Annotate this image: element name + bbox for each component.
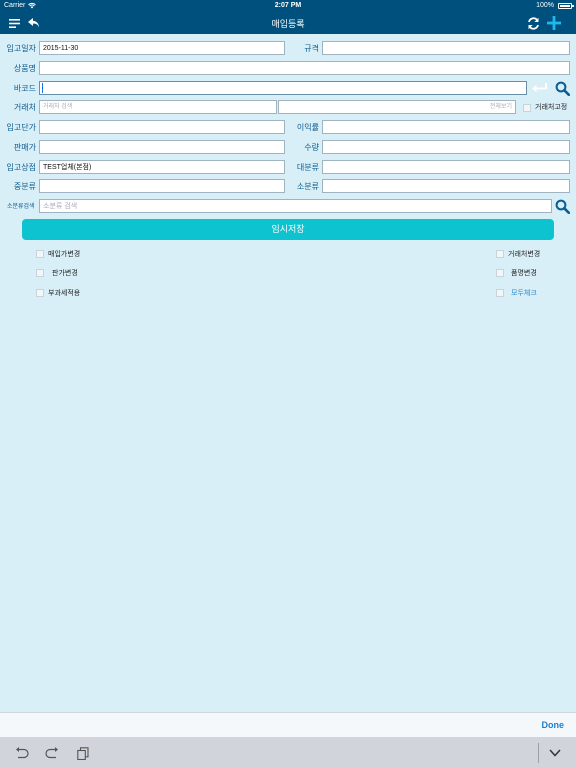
purchase-price-change-checkbox[interactable] — [36, 250, 44, 258]
purchase-price-change-label: 매입가변경 — [48, 251, 81, 258]
redo-icon[interactable] — [45, 746, 59, 760]
keyboard-shortcut-bar — [0, 737, 576, 768]
keyboard-done-bar: Done — [0, 712, 576, 737]
done-button[interactable]: Done — [542, 720, 565, 730]
temp-save-button[interactable]: 임시저장 — [22, 219, 554, 240]
status-bar: Carrier 2:07 PM 100% — [0, 0, 576, 12]
major-category-label: 대분류 — [296, 163, 319, 172]
barcode-field[interactable] — [39, 81, 527, 95]
barcode-label: 바코드 — [13, 84, 36, 93]
sale-price-field[interactable] — [39, 140, 285, 154]
chevron-down-icon[interactable] — [548, 746, 562, 760]
battery-percent: 100% — [536, 2, 554, 9]
supplier-change-label: 거래처변경 — [508, 251, 541, 258]
supplier-change-checkbox[interactable] — [496, 250, 504, 258]
product-name-label: 상품명 — [13, 64, 36, 73]
store-label: 입고상점 — [6, 163, 36, 172]
margin-field[interactable] — [322, 120, 570, 134]
store-field[interactable] — [39, 160, 285, 174]
sale-price-change-checkbox[interactable] — [36, 269, 44, 277]
unit-cost-label: 입고단가 — [6, 123, 36, 132]
minor-search-label: 소분류검색 — [7, 204, 35, 210]
sale-price-change-label: 판가변경 — [52, 270, 78, 277]
paste-icon[interactable] — [76, 746, 90, 760]
check-all-checkbox[interactable] — [496, 289, 504, 297]
spec-field[interactable] — [322, 41, 570, 55]
vat-apply-checkbox[interactable] — [36, 289, 44, 297]
refresh-icon[interactable] — [526, 15, 540, 31]
minor-category-field[interactable] — [322, 179, 570, 193]
keyboard-separator — [538, 743, 539, 763]
supplier-label: 거래처 — [13, 103, 36, 112]
page-title: 매입등록 — [271, 19, 305, 29]
minor-search-field[interactable] — [39, 199, 552, 213]
vat-apply-label: 부과세적용 — [48, 290, 81, 297]
undo-icon[interactable] — [15, 746, 29, 760]
product-name-change-label: 품명변경 — [511, 270, 537, 277]
product-name-change-checkbox[interactable] — [496, 269, 504, 277]
enter-icon[interactable] — [532, 82, 548, 94]
supplier-fix-label: 거래처고정 — [535, 104, 568, 111]
supplier-view-all-field[interactable] — [278, 100, 516, 114]
quantity-field[interactable] — [322, 140, 570, 154]
spec-label: 규격 — [304, 44, 319, 53]
quantity-label: 수량 — [304, 143, 319, 152]
nav-bar: 매입등록 — [0, 12, 576, 34]
text-cursor — [42, 83, 43, 93]
barcode-search-icon[interactable] — [554, 80, 570, 96]
battery-icon — [558, 3, 574, 9]
product-name-field[interactable] — [39, 61, 570, 75]
supplier-search-field[interactable] — [39, 100, 277, 114]
major-category-field[interactable] — [322, 160, 570, 174]
check-all-label[interactable]: 모두체크 — [511, 289, 537, 298]
status-time: 2:07 PM — [274, 2, 302, 9]
date-field[interactable] — [39, 41, 285, 55]
middle-category-label: 중분류 — [13, 182, 36, 191]
date-label: 입고일자 — [6, 44, 36, 53]
add-icon[interactable] — [545, 15, 563, 31]
sale-price-label: 판매가 — [13, 143, 36, 152]
minor-search-icon[interactable] — [554, 198, 570, 214]
margin-label: 이익률 — [296, 123, 319, 132]
minor-category-label: 소분류 — [296, 182, 319, 191]
supplier-fix-checkbox[interactable] — [523, 104, 531, 112]
middle-category-field[interactable] — [39, 179, 285, 193]
unit-cost-field[interactable] — [39, 120, 285, 134]
